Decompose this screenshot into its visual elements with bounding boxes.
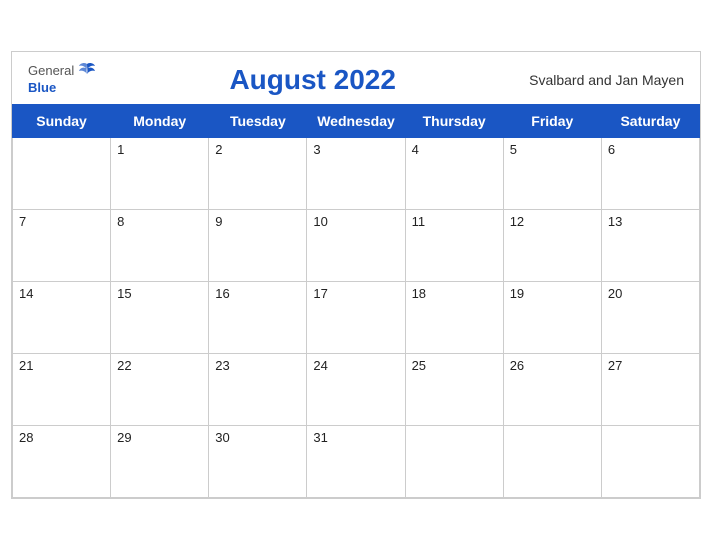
logo: General Blue [28,62,96,97]
week-row-4: 28 29 30 31 [13,425,700,497]
calendar-cell: 19 [503,281,601,353]
calendar-cell [601,425,699,497]
day-number: 2 [215,142,222,157]
calendar-cell: 13 [601,209,699,281]
day-number: 30 [215,430,229,445]
calendar-cell: 10 [307,209,405,281]
header-wednesday: Wednesday [307,104,405,137]
calendar-cell: 2 [209,137,307,209]
header-sunday: Sunday [13,104,111,137]
calendar-header: General Blue August 2022 Svalbard and Ja… [12,52,700,103]
calendar-cell: 12 [503,209,601,281]
day-number: 17 [313,286,327,301]
day-number: 11 [412,214,426,229]
calendar-cell: 26 [503,353,601,425]
calendar-cell: 31 [307,425,405,497]
calendar-cell: 21 [13,353,111,425]
day-number: 21 [19,358,33,373]
calendar-cell: 3 [307,137,405,209]
day-number: 13 [608,214,622,229]
region-text: Svalbard and Jan Mayen [529,72,684,88]
day-number: 7 [19,214,26,229]
day-number: 31 [313,430,327,445]
calendar-cell: 15 [111,281,209,353]
month-title: August 2022 [96,64,529,96]
calendar-cell: 27 [601,353,699,425]
calendar-cell: 24 [307,353,405,425]
day-number: 27 [608,358,622,373]
day-number: 9 [215,214,222,229]
calendar-cell: 29 [111,425,209,497]
calendar-cell: 30 [209,425,307,497]
logo-bird-icon [78,62,96,78]
calendar-cell: 1 [111,137,209,209]
header-thursday: Thursday [405,104,503,137]
day-number: 18 [412,286,426,301]
day-number: 12 [510,214,524,229]
calendar-cell: 14 [13,281,111,353]
header-friday: Friday [503,104,601,137]
calendar-cell: 11 [405,209,503,281]
calendar-cell: 18 [405,281,503,353]
header-tuesday: Tuesday [209,104,307,137]
day-number: 10 [313,214,327,229]
week-row-3: 21 22 23 24 25 26 27 [13,353,700,425]
day-number: 5 [510,142,517,157]
day-number: 6 [608,142,615,157]
calendar-cell: 5 [503,137,601,209]
day-number: 8 [117,214,124,229]
day-number: 24 [313,358,327,373]
calendar-cell: 16 [209,281,307,353]
day-number: 3 [313,142,320,157]
week-row-0: 1 2 3 4 5 6 [13,137,700,209]
day-number: 1 [117,142,124,157]
week-row-2: 14 15 16 17 18 19 20 [13,281,700,353]
calendar-cell [405,425,503,497]
days-header-row: Sunday Monday Tuesday Wednesday Thursday… [13,104,700,137]
calendar-cell [503,425,601,497]
day-number: 16 [215,286,229,301]
day-number: 4 [412,142,419,157]
calendar-cell [13,137,111,209]
calendar-cell: 20 [601,281,699,353]
day-number: 28 [19,430,33,445]
day-number: 15 [117,286,131,301]
logo-blue-text: Blue [28,80,56,95]
calendar-cell: 7 [13,209,111,281]
day-number: 29 [117,430,131,445]
day-number: 20 [608,286,622,301]
calendar-cell: 22 [111,353,209,425]
calendar-cell: 23 [209,353,307,425]
calendar-cell: 6 [601,137,699,209]
day-number: 14 [19,286,33,301]
calendar-cell: 9 [209,209,307,281]
calendar-cell: 8 [111,209,209,281]
week-row-1: 7 8 9 10 11 12 13 [13,209,700,281]
day-number: 23 [215,358,229,373]
header-saturday: Saturday [601,104,699,137]
calendar-cell: 28 [13,425,111,497]
calendar-cell: 4 [405,137,503,209]
day-number: 19 [510,286,524,301]
day-number: 26 [510,358,524,373]
header-monday: Monday [111,104,209,137]
calendar-container: General Blue August 2022 Svalbard and Ja… [11,51,701,498]
day-number: 22 [117,358,131,373]
calendar-cell: 17 [307,281,405,353]
calendar-cell: 25 [405,353,503,425]
logo-general-text: General [28,63,74,79]
day-number: 25 [412,358,426,373]
calendar-grid: Sunday Monday Tuesday Wednesday Thursday… [12,104,700,498]
